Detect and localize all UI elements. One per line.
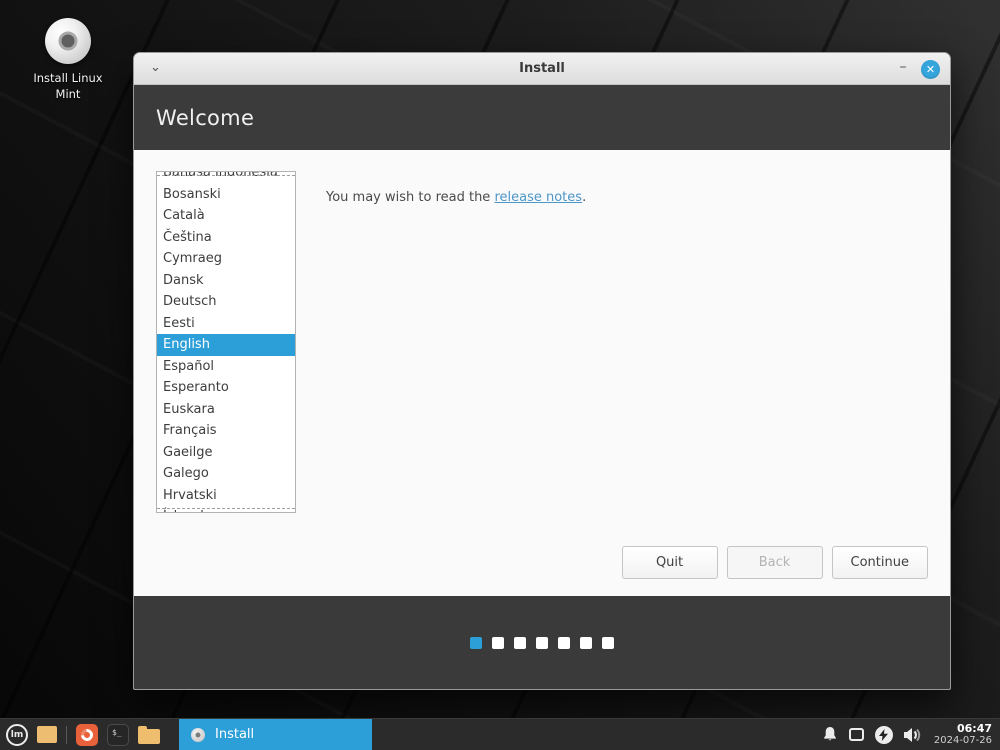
language-option[interactable]: Euskara [157, 399, 295, 421]
language-option[interactable]: Íslenska [157, 506, 295, 512]
mint-menu-button[interactable]: lm [6, 723, 28, 746]
power-manager-icon[interactable] [874, 725, 893, 744]
back-button[interactable]: Back [726, 546, 823, 579]
clock-date: 2024-07-26 [933, 735, 992, 747]
language-option[interactable]: Deutsch [157, 291, 295, 313]
wizard-footer [134, 596, 950, 689]
taskbar-separator [66, 725, 67, 744]
close-button[interactable]: ✕ [921, 59, 940, 79]
progress-dot [558, 636, 570, 649]
browser-launcher[interactable] [76, 723, 98, 746]
progress-dot [492, 636, 504, 649]
language-list[interactable]: Bahasa Indonesia Bosanski Català Čeština Cym… [156, 171, 296, 513]
language-option[interactable]: Español [157, 356, 295, 378]
quit-button[interactable]: Quit [621, 546, 718, 579]
note-before: You may wish to read the [326, 190, 495, 205]
show-desktop-icon [37, 726, 57, 743]
wizard-buttons: Quit Back Continue [621, 546, 928, 579]
language-option[interactable]: Bahasa Indonesia [157, 172, 295, 184]
mint-logo-icon: lm [6, 723, 28, 746]
desktop-icon-label: Install Linux Mint [33, 71, 103, 101]
taskbar-window-install[interactable]: Install [179, 718, 372, 750]
language-option[interactable]: Dansk [157, 270, 295, 292]
progress-dot [514, 636, 526, 649]
progress-dot [580, 636, 592, 649]
continue-button[interactable]: Continue [831, 546, 928, 579]
window-title: Install [519, 61, 565, 76]
progress-dot [470, 636, 482, 649]
note-after: . [582, 190, 587, 205]
language-option[interactable]: Gaeilge [157, 442, 295, 464]
window-content: Bahasa Indonesia Bosanski Català Čeština Cym… [134, 150, 950, 596]
cd-disc-icon [45, 18, 91, 64]
window-list-tray-icon[interactable] [848, 728, 864, 741]
browser-icon [76, 723, 98, 746]
terminal-launcher[interactable]: $_ [107, 723, 129, 746]
language-option[interactable]: Esperanto [157, 377, 295, 399]
cd-disc-icon [191, 727, 205, 742]
desktop-icon-install-linux-mint[interactable]: Install Linux Mint [30, 18, 106, 102]
language-option[interactable]: Hrvatski [157, 485, 295, 507]
language-option[interactable]: Galego [157, 463, 295, 485]
language-option[interactable]: Eesti [157, 313, 295, 335]
release-notes-link[interactable]: release notes [494, 190, 582, 205]
progress-dot [602, 636, 614, 649]
language-option[interactable]: English [157, 334, 295, 356]
notifications-bell-icon[interactable] [822, 726, 838, 743]
show-desktop-button[interactable] [37, 726, 57, 743]
release-notes-text: You may wish to read the release notes. [326, 190, 586, 205]
taskbar-window-label: Install [215, 727, 255, 742]
folder-icon [138, 725, 160, 744]
minimize-button[interactable]: – [897, 60, 909, 75]
progress-dot [536, 636, 548, 649]
clock-time: 06:47 [956, 721, 992, 735]
volume-icon[interactable] [903, 727, 923, 743]
terminal-icon: $_ [107, 723, 129, 746]
titlebar[interactable]: ⌄ Install – ✕ [134, 53, 950, 85]
install-window: ⌄ Install – ✕ Welcome Bahasa Indonesia Bo… [133, 52, 951, 690]
language-option[interactable]: Čeština [157, 227, 295, 249]
files-launcher[interactable] [138, 725, 160, 744]
language-option[interactable]: Català [157, 205, 295, 227]
page-title: Welcome [156, 105, 255, 130]
taskbar: lm $_ Install 06:47 2024-07-26 [0, 718, 1000, 750]
language-option[interactable]: Cymraeg [157, 248, 295, 270]
language-option[interactable]: Français [157, 420, 295, 442]
clock[interactable]: 06:47 2024-07-26 [934, 722, 992, 747]
language-option[interactable]: Bosanski [157, 184, 295, 206]
page-header: Welcome [134, 85, 950, 150]
progress-dots [470, 636, 614, 649]
